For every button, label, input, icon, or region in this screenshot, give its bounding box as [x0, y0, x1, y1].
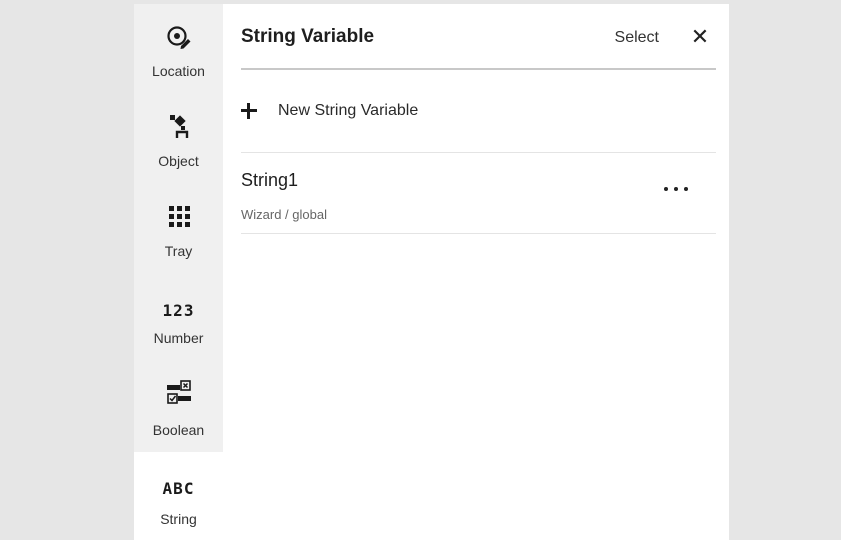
variable-scope: Wizard / global [241, 207, 327, 222]
list-item[interactable]: String1 Wizard / global [241, 153, 716, 234]
tray-grid-icon [134, 202, 223, 230]
page-title: String Variable [241, 26, 375, 47]
variable-type-sidebar: Location Object Tray 123 Number Boolean … [134, 4, 223, 540]
sidebar-item-label: String [160, 511, 197, 527]
sidebar-item-label: Object [158, 153, 199, 169]
sidebar-item-object[interactable]: Object [134, 92, 223, 180]
sidebar-item-boolean[interactable]: Boolean [134, 356, 223, 444]
variable-name: String1 [241, 170, 299, 190]
boolean-toggle-icon [134, 379, 223, 407]
sidebar-item-label: Tray [164, 243, 193, 259]
select-button[interactable]: Select [615, 29, 659, 47]
sidebar-item-tray[interactable]: Tray [134, 180, 223, 268]
more-options-icon[interactable] [662, 173, 690, 197]
close-icon[interactable]: ✕ [689, 24, 711, 50]
sidebar-item-number[interactable]: 123 Number [134, 268, 223, 356]
sidebar-item-location[interactable]: Location [134, 4, 223, 92]
new-string-variable-label: New String Variable [278, 102, 419, 119]
sidebar-item-label: Number [153, 330, 204, 346]
string-abc-icon: ABC [162, 478, 195, 498]
number-123-icon: 123 [162, 300, 195, 320]
panel-header: String Variable Select ✕ [241, 4, 716, 70]
plus-icon [241, 103, 257, 119]
robot-gripper-icon [134, 113, 223, 141]
new-string-variable-button[interactable]: New String Variable [241, 68, 716, 153]
variable-list-content: String Variable Select ✕ New String Vari… [223, 4, 729, 540]
string-variable-panel: Location Object Tray 123 Number Boolean … [134, 4, 729, 540]
sidebar-item-string[interactable]: ABC String [134, 452, 223, 540]
location-pin-edit-icon [134, 24, 223, 52]
sidebar-item-label: Location [152, 63, 205, 79]
sidebar-item-label: Boolean [152, 422, 205, 438]
